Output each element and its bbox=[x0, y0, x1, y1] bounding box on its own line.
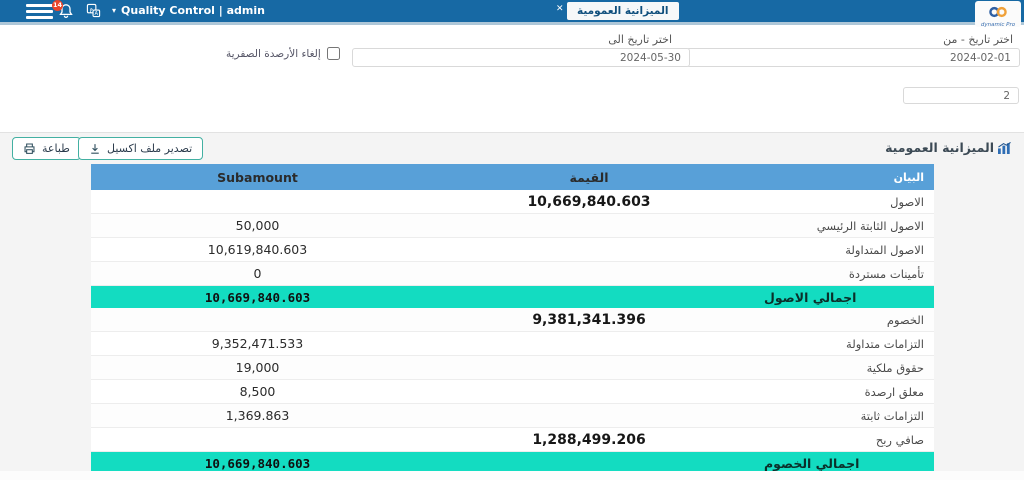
row-label: الاصول المتداولة bbox=[754, 243, 934, 257]
row-label: التزامات ثابتة bbox=[754, 409, 934, 423]
row-subamount: 50,000 bbox=[91, 218, 424, 233]
print-button[interactable]: طباعة bbox=[12, 137, 81, 160]
page-title: الميزانية العمومية bbox=[885, 140, 1012, 155]
row-subamount: 0 bbox=[91, 266, 424, 281]
zero-balances-checkbox[interactable] bbox=[327, 47, 340, 60]
date-to-label: اختر تاريخ الى bbox=[608, 33, 672, 46]
table-row: معلق ارصدة 8,500 bbox=[91, 380, 934, 404]
table-row: الاصول الثابتة الرئيسي 50,000 bbox=[91, 214, 934, 238]
logo-infinity-icon bbox=[979, 6, 1017, 18]
user-account-menu[interactable]: ▾ Quality Control | admin bbox=[112, 0, 265, 22]
date-from-label: اختر تاريخ - من bbox=[943, 33, 1013, 46]
table-total-row: اجمالي الاصول 10,669,840.603 bbox=[91, 286, 934, 308]
row-label: اجمالي الاصول bbox=[754, 290, 934, 305]
tab-balance-sheet[interactable]: الميزانية العمومية bbox=[567, 2, 679, 20]
table-row: الاصول المتداولة 10,619,840.603 bbox=[91, 238, 934, 262]
chevron-down-icon: ▾ bbox=[112, 0, 116, 22]
table-row: تأمينات مستردة 0 bbox=[91, 262, 934, 286]
row-label: تأمينات مستردة bbox=[754, 267, 934, 281]
header-value: القيمة bbox=[424, 170, 754, 185]
row-label: الاصول bbox=[754, 195, 934, 209]
bottom-strip bbox=[0, 471, 1024, 480]
row-label: حقوق ملكية bbox=[754, 361, 934, 375]
row-label: صافي ربح bbox=[754, 433, 934, 447]
hamburger-menu-icon[interactable] bbox=[26, 4, 53, 19]
language-translate-icon[interactable]: ع A bbox=[86, 3, 101, 22]
row-label: الاصول الثابتة الرئيسي bbox=[754, 219, 934, 233]
hamburger-bar bbox=[26, 16, 53, 19]
logo-text: dynamic Pro bbox=[975, 22, 1021, 28]
topbar-divider bbox=[0, 22, 1024, 25]
print-button-label: طباعة bbox=[42, 142, 70, 155]
row-subamount: 8,500 bbox=[91, 384, 424, 399]
row-subamount: 1,369.863 bbox=[91, 408, 424, 423]
export-button-label: تصدير ملف اكسيل bbox=[107, 142, 192, 155]
table-row: الخصوم 9,381,341.396 bbox=[91, 308, 934, 332]
table-row: صافي ربح 1,288,499.206 bbox=[91, 428, 934, 452]
table-row: الاصول 10,669,840.603 bbox=[91, 190, 934, 214]
report-content-area: طباعة تصدير ملف اكسيل الميزانية العمومية… bbox=[0, 133, 1024, 480]
date-to-input[interactable] bbox=[352, 48, 690, 67]
row-subamount: 10,669,840.603 bbox=[91, 290, 424, 305]
app-logo: dynamic Pro bbox=[975, 1, 1021, 27]
balance-sheet-table: البيان القيمة Subamount الاصول 10,669,84… bbox=[91, 164, 934, 474]
svg-text:A: A bbox=[95, 11, 99, 17]
row-subamount: 9,352,471.533 bbox=[91, 336, 424, 351]
row-subamount: 19,000 bbox=[91, 360, 424, 375]
download-icon bbox=[89, 143, 101, 155]
zero-balances-label: إلغاء الأرصدة الصفرية bbox=[226, 48, 321, 60]
printer-icon bbox=[23, 142, 36, 155]
row-subamount: 10,619,840.603 bbox=[91, 242, 424, 257]
row-subamount: 10,669,840.603 bbox=[91, 456, 424, 471]
page-title-text: الميزانية العمومية bbox=[885, 140, 994, 155]
table-header-row: البيان القيمة Subamount bbox=[91, 164, 934, 190]
hamburger-bar bbox=[26, 4, 53, 7]
small-number-input[interactable] bbox=[903, 87, 1019, 104]
export-excel-button[interactable]: تصدير ملف اكسيل bbox=[78, 137, 203, 160]
user-menu-label: Quality Control | admin bbox=[121, 0, 265, 22]
filters-panel: اختر تاريخ - من اختر تاريخ الى إلغاء الأ… bbox=[0, 25, 1024, 133]
row-value: 9,381,341.396 bbox=[424, 312, 754, 328]
row-label: اجمالي الخصوم bbox=[754, 456, 934, 471]
tab-close-icon[interactable]: ✕ bbox=[556, 4, 564, 14]
hamburger-bar bbox=[26, 10, 53, 13]
row-value: 1,288,499.206 bbox=[424, 432, 754, 448]
table-row: حقوق ملكية 19,000 bbox=[91, 356, 934, 380]
date-from-input[interactable] bbox=[686, 48, 1020, 67]
row-label: التزامات متداولة bbox=[754, 337, 934, 351]
table-row: التزامات متداولة 9,352,471.533 bbox=[91, 332, 934, 356]
notification-badge: 14 bbox=[52, 0, 63, 11]
zero-balances-option: إلغاء الأرصدة الصفرية bbox=[226, 47, 340, 60]
header-subamount: Subamount bbox=[91, 170, 424, 185]
row-value: 10,669,840.603 bbox=[424, 194, 754, 210]
header-statement: البيان bbox=[754, 171, 934, 184]
table-row: التزامات ثابتة 1,369.863 bbox=[91, 404, 934, 428]
row-label: الخصوم bbox=[754, 313, 934, 327]
chart-icon bbox=[997, 141, 1012, 154]
top-navigation-bar: 14 ع A ▾ Quality Control | admin ✕ الميز… bbox=[0, 0, 1024, 22]
row-label: معلق ارصدة bbox=[754, 385, 934, 399]
